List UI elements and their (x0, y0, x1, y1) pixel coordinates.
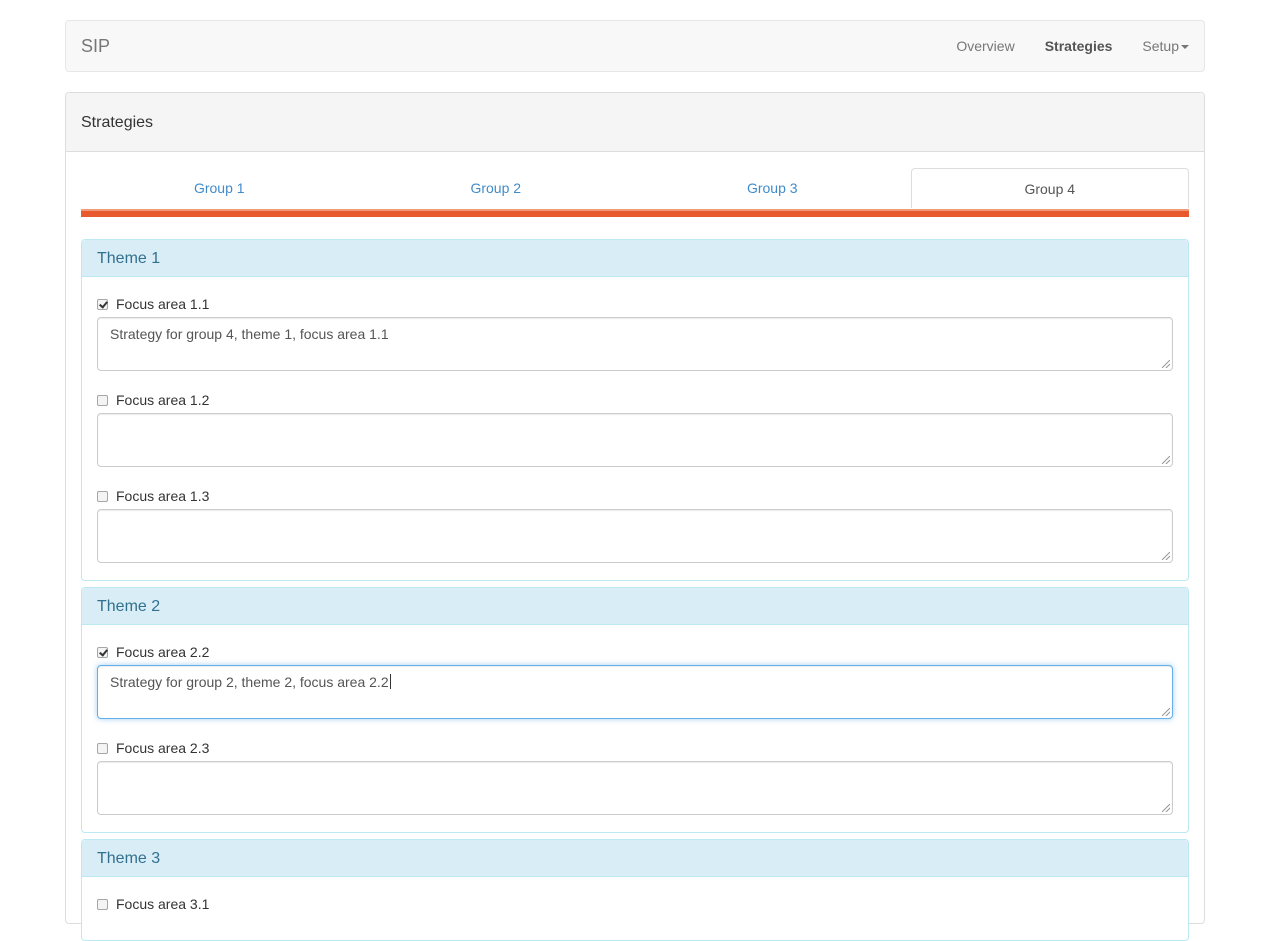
focus-area-checkbox[interactable] (97, 490, 108, 502)
tab-group-3[interactable]: Group 3 (634, 168, 911, 208)
focus-area-label: Focus area 2.2 (116, 644, 210, 660)
focus-area-label: Focus area 1.3 (116, 488, 210, 504)
resize-grip-icon[interactable] (1162, 552, 1170, 560)
strategy-textarea[interactable] (97, 761, 1173, 815)
text-cursor (389, 674, 391, 689)
focus-area-checkbox[interactable] (97, 298, 108, 310)
resize-grip-icon[interactable] (1162, 456, 1170, 464)
strategy-textarea[interactable]: Strategy for group 2, theme 2, focus are… (97, 665, 1173, 719)
focus-area-checkbox[interactable] (97, 394, 108, 406)
nav-menu: Overview Strategies Setup (941, 21, 1204, 71)
focus-area-label: Focus area 2.3 (116, 740, 210, 756)
tab-group-1[interactable]: Group 1 (81, 168, 358, 208)
focus-area-label: Focus area 1.1 (116, 296, 210, 312)
brand-logo[interactable]: SIP (81, 37, 110, 55)
focus-area-3-1: Focus area 3.1 (97, 896, 1173, 912)
strategy-text: Strategy for group 2, theme 2, focus are… (110, 674, 389, 690)
focus-area-checkbox[interactable] (97, 646, 108, 658)
focus-area-label: Focus area 1.2 (116, 392, 210, 408)
theme-title: Theme 3 (82, 840, 1188, 877)
focus-area-label: Focus area 3.1 (116, 896, 210, 912)
resize-grip-icon[interactable] (1162, 708, 1170, 716)
page-title: Strategies (81, 114, 154, 131)
chevron-down-icon (1181, 45, 1189, 50)
top-navbar: SIP Overview Strategies Setup (65, 20, 1205, 72)
theme-title: Theme 2 (82, 588, 1188, 625)
focus-area-2-2: Focus area 2.2 Strategy for group 2, the… (97, 644, 1173, 719)
strategy-text: Strategy for group 4, theme 1, focus are… (110, 326, 389, 342)
focus-area-1-1: Focus area 1.1 Strategy for group 4, the… (97, 296, 1173, 371)
theme-title: Theme 1 (82, 240, 1188, 277)
focus-area-checkbox[interactable] (97, 898, 108, 910)
panel-heading: Strategies (66, 93, 1204, 152)
tab-group-4[interactable]: Group 4 (910, 168, 1189, 208)
focus-area-1-2: Focus area 1.2 (97, 392, 1173, 467)
theme-panel-1: Theme 1 Focus area 1.1 Strategy for grou… (81, 239, 1189, 581)
resize-grip-icon[interactable] (1162, 360, 1170, 368)
nav-item-setup-label: Setup (1142, 38, 1179, 54)
theme-panel-3: Theme 3 Focus area 3.1 (81, 839, 1189, 941)
tab-group-2[interactable]: Group 2 (358, 168, 635, 208)
tab-accent-bar (81, 209, 1189, 217)
theme-panel-2: Theme 2 Focus area 2.2 Strategy for grou… (81, 587, 1189, 833)
group-tabs: Group 1 Group 2 Group 3 Group 4 (81, 168, 1189, 208)
focus-area-1-3: Focus area 1.3 (97, 488, 1173, 563)
resize-grip-icon[interactable] (1162, 804, 1170, 812)
focus-area-2-3: Focus area 2.3 (97, 740, 1173, 815)
strategy-textarea[interactable]: Strategy for group 4, theme 1, focus are… (97, 317, 1173, 371)
focus-area-checkbox[interactable] (97, 742, 108, 754)
strategy-textarea[interactable] (97, 413, 1173, 467)
nav-item-strategies[interactable]: Strategies (1030, 21, 1128, 71)
strategies-panel: Strategies Group 1 Group 2 Group 3 Group… (65, 92, 1205, 941)
strategy-textarea[interactable] (97, 509, 1173, 563)
nav-item-overview[interactable]: Overview (941, 21, 1029, 71)
nav-item-setup[interactable]: Setup (1127, 21, 1204, 71)
